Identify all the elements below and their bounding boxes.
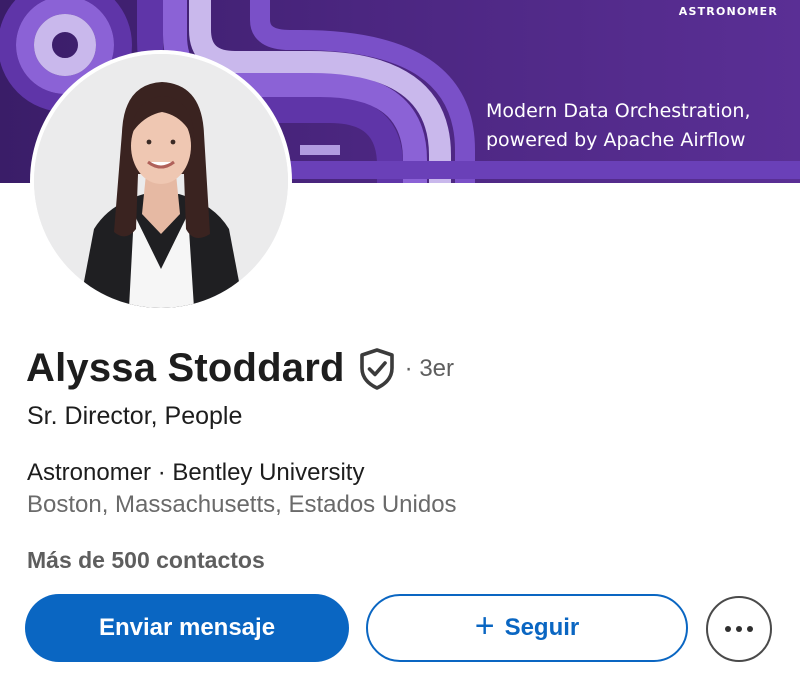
connection-degree: · 3er xyxy=(404,354,455,382)
more-options-button[interactable] xyxy=(706,596,772,662)
profile-page: ASTRONOMER Modern Data Orchestration, po… xyxy=(0,0,800,680)
more-horizontal-icon xyxy=(725,626,753,632)
shield-check-icon[interactable] xyxy=(357,347,397,391)
tagline-line-2: powered by Apache Airflow xyxy=(486,129,746,151)
profile-avatar[interactable] xyxy=(30,50,292,312)
tagline-line-1: Modern Data Orchestration, xyxy=(486,100,751,122)
follow-button[interactable]: + Seguir xyxy=(366,594,688,662)
avatar-photo xyxy=(34,54,288,308)
avatar-portrait-graphic xyxy=(34,54,288,308)
astronomer-logo: ASTRONOMER xyxy=(678,5,778,18)
profile-name: Alyssa Stoddard xyxy=(26,346,345,390)
send-message-label: Enviar mensaje xyxy=(98,614,276,641)
profile-company-education[interactable]: Astronomer · Bentley University xyxy=(27,459,364,487)
profile-location: Boston, Massachusetts, Estados Unidos xyxy=(27,491,457,518)
profile-headline: Sr. Director, People xyxy=(27,402,243,430)
follow-label: Seguir xyxy=(504,614,580,641)
plus-icon: + xyxy=(474,607,495,645)
name-row: Alyssa Stoddard · 3er xyxy=(26,346,454,391)
banner-tagline: Modern Data Orchestration, powered by Ap… xyxy=(486,97,751,155)
send-message-button[interactable]: Enviar mensaje xyxy=(25,594,349,662)
connections-count[interactable]: Más de 500 contactos xyxy=(27,547,265,574)
